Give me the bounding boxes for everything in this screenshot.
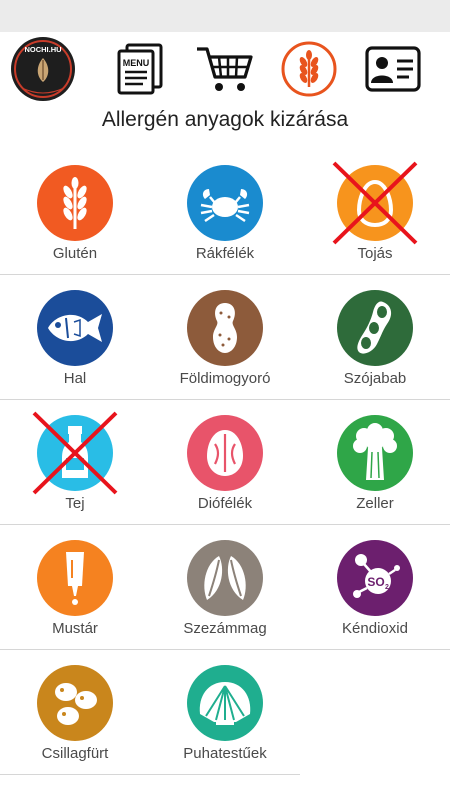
allergen-item-mustard[interactable]: Mustár <box>0 540 150 650</box>
allergen-label: Puhatestűek <box>183 745 267 762</box>
nav-profile-button[interactable] <box>362 38 424 100</box>
wheat-icon <box>37 165 113 241</box>
nav-menu-button[interactable]: MENU <box>108 38 170 100</box>
allergen-label: Zeller <box>356 495 394 512</box>
sulphur-dioxide-icon: SO 2 <box>337 540 413 616</box>
svg-text:2: 2 <box>385 584 389 591</box>
allergen-label: Földimogyoró <box>179 370 271 387</box>
mustard-icon <box>37 540 113 616</box>
lupin-icon <box>37 665 113 741</box>
allergen-label: Kéndioxid <box>342 620 408 637</box>
allergen-grid: Glutén Rákfélék Tojás Hal Földimogyoró S… <box>0 150 450 775</box>
allergen-item-sulphur-dioxide[interactable]: SO 2 Kéndioxid <box>300 540 450 650</box>
allergen-item-crustaceans[interactable]: Rákfélék <box>150 165 300 275</box>
allergen-item-milk[interactable]: Tej <box>0 411 150 525</box>
allergen-label: Szójabab <box>343 370 407 387</box>
allergen-label: Mustár <box>52 620 98 637</box>
status-bar-area <box>0 0 450 32</box>
page-title: Allergén anyagok kizárása <box>101 108 349 131</box>
allergen-row: Hal Földimogyoró Szójabab <box>0 275 450 400</box>
allergen-row: Glutén Rákfélék Tojás <box>0 150 450 275</box>
allergen-label: Tej <box>65 495 85 512</box>
allergen-label: Rákfélék <box>195 245 255 262</box>
logo-icon: NOCHI.HU <box>11 37 75 101</box>
cart-icon <box>197 47 253 91</box>
allergen-item-celery[interactable]: Zeller <box>300 415 450 525</box>
nochi-logo[interactable]: NOCHI.HU <box>10 36 76 102</box>
allergen-label: Glutén <box>52 245 98 262</box>
allergen-label: Csillagfürt <box>41 745 109 762</box>
sesame-icon <box>187 540 263 616</box>
crab-icon <box>187 165 263 241</box>
fish-icon <box>37 290 113 366</box>
nut-icon <box>187 415 263 491</box>
soybean-icon <box>337 290 413 366</box>
allergen-row: Tej Diófélék Zeller <box>0 400 450 525</box>
allergen-item-sesame[interactable]: Szezámmag <box>150 540 300 650</box>
allergen-row: Mustár Szezámmag SO 2 Kéndioxid <box>0 525 450 650</box>
allergen-label: Diófélék <box>197 495 253 512</box>
menu-icon: MENU <box>117 43 163 95</box>
allergen-label: Tojás <box>357 245 393 262</box>
allergen-item-egg[interactable]: Tojás <box>300 161 450 275</box>
profile-card-icon <box>365 46 421 92</box>
menu-icon-label: MENU <box>123 58 150 68</box>
allergen-label: Szezámmag <box>183 620 267 637</box>
allergen-row: Csillagfürt Puhatestűek <box>0 650 450 775</box>
allergen-item-fish[interactable]: Hal <box>0 290 150 400</box>
allergen-item-gluten[interactable]: Glutén <box>0 165 150 275</box>
celery-icon <box>337 415 413 491</box>
allergen-item-lupin[interactable]: Csillagfürt <box>0 665 150 775</box>
row-divider <box>0 774 300 775</box>
allergen-item-molluscs[interactable]: Puhatestűek <box>150 665 300 775</box>
allergen-label: Hal <box>63 370 87 387</box>
peanut-icon <box>187 290 263 366</box>
shell-icon <box>187 665 263 741</box>
allergen-item-soybean[interactable]: Szójabab <box>300 290 450 400</box>
egg-icon <box>337 165 413 241</box>
allergen-item-nuts[interactable]: Diófélék <box>150 415 300 525</box>
top-navigation: NOCHI.HU MENU <box>0 32 450 108</box>
svg-text:SO: SO <box>367 575 384 589</box>
nav-allergen-button[interactable] <box>278 38 340 100</box>
allergen-item-peanut[interactable]: Földimogyoró <box>150 290 300 400</box>
allergen-icon <box>281 41 337 97</box>
logo-text: NOCHI.HU <box>24 45 61 54</box>
milk-bottle-icon <box>37 415 113 491</box>
nav-cart-button[interactable] <box>194 38 256 100</box>
